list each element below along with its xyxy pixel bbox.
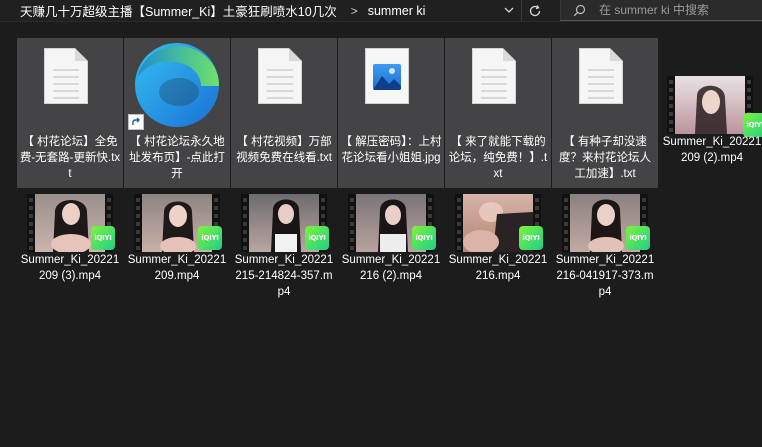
thumbnail: iQIYI xyxy=(231,194,337,252)
text-file-icon xyxy=(44,48,88,104)
video-thumbnail xyxy=(667,76,753,134)
file-name: Summer_Ki_20221209 (2).mp4 xyxy=(662,136,762,164)
iqiyi-icon: iQIYI xyxy=(305,226,329,250)
breadcrumb-folder[interactable]: 天赚几十万超级主播【Summer_Ki】土豪狂刷喷水10几次 xyxy=(20,1,337,20)
file-item-txt[interactable]: 【 来了就能下载的论坛，纯免费！】.txt xyxy=(445,38,551,188)
file-name: 【 有种子却没速度？来村花论坛人工加速】.txt xyxy=(559,136,651,180)
breadcrumb-current[interactable]: summer ki xyxy=(368,4,426,18)
file-name: Summer_Ki_20221216-041917-373.mp4 xyxy=(555,254,655,298)
thumbnail xyxy=(338,38,444,132)
thumbnail xyxy=(552,38,658,132)
text-file-icon xyxy=(579,48,623,104)
search-box[interactable] xyxy=(560,0,762,21)
file-item-txt[interactable]: 【 村花视频】万部视频免费在线看.txt xyxy=(231,38,337,188)
chevron-down-icon xyxy=(504,7,514,13)
file-name: Summer_Ki_20221216.mp4 xyxy=(448,254,548,282)
iqiyi-icon: iQIYI xyxy=(198,226,222,250)
file-item-txt[interactable]: 【 村花论坛】全免费-无套路-更新快.txt xyxy=(17,38,123,188)
thumbnail: iQIYI xyxy=(17,194,123,252)
file-name: 【 村花论坛永久地址发布页】-点此打开 xyxy=(129,136,225,180)
thumbnail xyxy=(17,38,123,132)
breadcrumb-separator[interactable]: > xyxy=(351,4,358,18)
breadcrumb: 天赚几十万超级主播【Summer_Ki】土豪狂刷喷水10几次 > summer … xyxy=(0,0,425,21)
text-file-icon xyxy=(472,48,516,104)
thumbnail: iQIYI xyxy=(552,194,658,252)
search-input[interactable] xyxy=(599,3,759,17)
address-bar: 天赚几十万超级主播【Summer_Ki】土豪狂刷喷水10几次 > summer … xyxy=(0,0,762,22)
thumbnail xyxy=(124,38,230,132)
iqiyi-icon: iQIYI xyxy=(519,226,543,250)
file-name: 【 来了就能下载的论坛，纯免费！】.txt xyxy=(448,136,548,180)
file-name: Summer_Ki_20221209.mp4 xyxy=(127,254,227,282)
address-dropdown-button[interactable] xyxy=(500,1,518,19)
image-file-icon xyxy=(365,48,409,104)
refresh-icon xyxy=(529,4,541,16)
thumbnail: iQIYI xyxy=(445,194,551,252)
file-item-shortcut[interactable]: 【 村花论坛永久地址发布页】-点此打开 xyxy=(124,38,230,188)
file-name: Summer_Ki_20221209 (3).mp4 xyxy=(20,254,120,282)
thumbnail: iQIYI xyxy=(338,194,444,252)
thumbnail: iQIYI xyxy=(124,194,230,252)
refresh-button[interactable] xyxy=(521,0,548,21)
search-icon xyxy=(573,3,587,17)
file-name: Summer_Ki_20221215-214824-357.mp4 xyxy=(234,254,334,298)
file-name: 【 村花视频】万部视频免费在线看.txt xyxy=(236,136,332,164)
iqiyi-icon: iQIYI xyxy=(412,226,436,250)
iqiyi-icon: iQIYI xyxy=(626,226,650,250)
thumbnail: iQIYI xyxy=(659,76,762,137)
file-name: Summer_Ki_20221216 (2).mp4 xyxy=(341,254,441,282)
shortcut-arrow-icon xyxy=(128,114,144,130)
text-file-icon xyxy=(258,48,302,104)
file-name: 【 解压密码】：上村花论坛看小姐姐.jpg xyxy=(340,136,442,164)
iqiyi-icon: iQIYI xyxy=(91,226,115,250)
file-name: 【 村花论坛】全免费-无套路-更新快.txt xyxy=(19,136,121,180)
thumbnail xyxy=(445,38,551,132)
file-item-txt[interactable]: 【 有种子却没速度？来村花论坛人工加速】.txt xyxy=(552,38,658,188)
file-item-jpg[interactable]: 【 解压密码】：上村花论坛看小姐姐.jpg xyxy=(338,38,444,188)
thumbnail xyxy=(231,38,337,132)
